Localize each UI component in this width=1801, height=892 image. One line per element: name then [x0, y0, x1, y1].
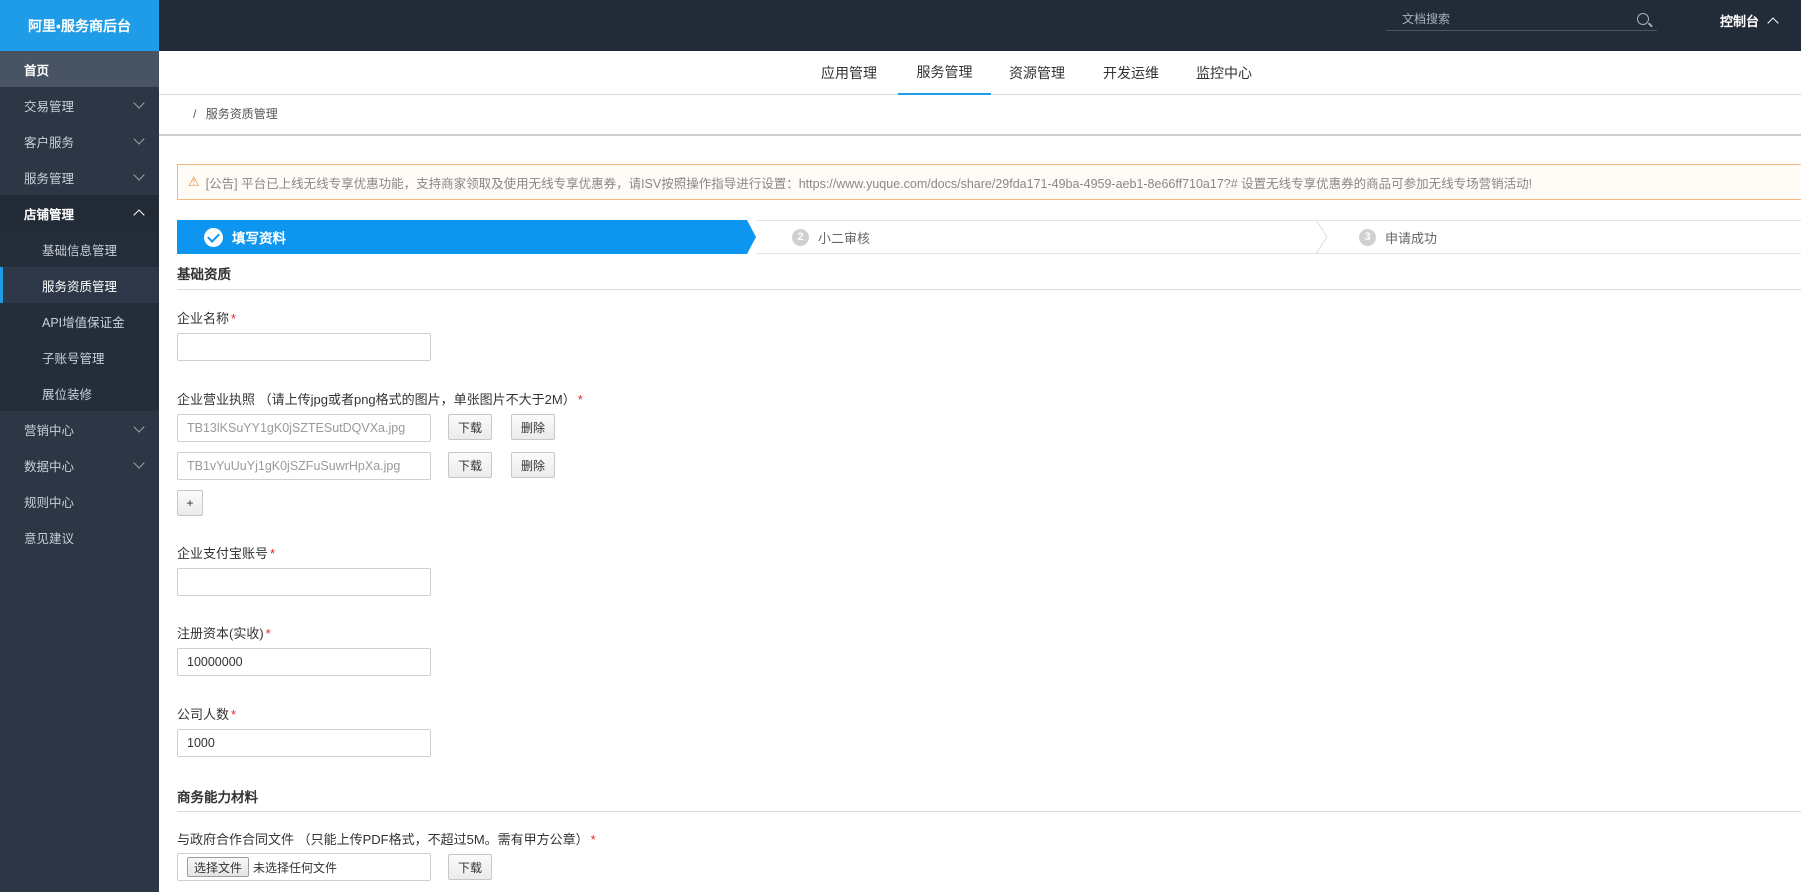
sidebar-item-label: 店铺管理: [24, 207, 75, 222]
delete-button[interactable]: 删除: [511, 414, 555, 440]
sidebar-item-label: 意见建议: [24, 531, 75, 546]
announcement-banner: ⚠ [公告] 平台已上线无线专享优惠功能，支持商家领取及使用无线专享优惠券，请I…: [177, 164, 1801, 200]
sidebar-item-home[interactable]: 首页: [0, 51, 159, 87]
step-label: 填写资料: [232, 231, 286, 246]
chevron-up-icon: [1767, 17, 1779, 29]
brand-logo: 阿里•服务商后台: [0, 0, 159, 51]
sidebar-subitem-api-deposit[interactable]: API增值保证金: [0, 303, 159, 339]
tab-app-management[interactable]: 应用管理: [809, 51, 889, 95]
step-label: 申请成功: [1385, 230, 1438, 246]
download-button[interactable]: 下载: [448, 854, 492, 880]
breadcrumb-current: 服务资质管理: [205, 107, 278, 121]
sidebar-item-label: 基础信息管理: [42, 243, 118, 258]
sidebar-item-marketing[interactable]: 营销中心: [0, 411, 159, 447]
sidebar-item-label: 展位装修: [42, 387, 93, 402]
step-number: 2: [792, 228, 809, 246]
chevron-down-icon: [133, 169, 145, 181]
registered-capital-label: 注册资本(实收) *: [177, 626, 271, 641]
divider: [159, 134, 1801, 136]
gov-contract-label: 与政府合作合同文件 （只能上传PDF格式，不超过5M。需有甲方公章） *: [177, 832, 596, 847]
chevron-down-icon: [133, 133, 145, 145]
sidebar-subitem-sub-accounts[interactable]: 子账号管理: [0, 339, 159, 375]
sidebar-subitem-basic-info[interactable]: 基础信息管理: [0, 231, 159, 267]
sidebar-item-data-center[interactable]: 数据中心: [0, 447, 159, 483]
chevron-down-icon: [133, 97, 145, 109]
sidebar-item-label: 数据中心: [24, 459, 75, 474]
sidebar-subitem-booth-decoration[interactable]: 展位装修: [0, 375, 159, 411]
tab-resource-management[interactable]: 资源管理: [997, 51, 1077, 95]
step-divider: [1315, 220, 1328, 254]
step-arrow: [747, 220, 756, 254]
step-label: 小二审核: [818, 230, 871, 246]
company-name-label: 企业名称 *: [177, 311, 237, 326]
sidebar-item-label: 子账号管理: [42, 351, 105, 366]
check-circle-icon: [204, 227, 223, 247]
sidebar-item-feedback[interactable]: 意见建议: [0, 519, 159, 555]
sidebar-item-label: 服务资质管理: [42, 279, 118, 294]
section-title-basic: 基础资质: [177, 267, 231, 282]
step-review: 2 小二审核: [792, 220, 870, 254]
section-title-business: 商务能力材料: [177, 790, 258, 805]
step-number: 3: [1359, 228, 1376, 246]
license-file-input[interactable]: [177, 414, 431, 442]
divider: [177, 289, 1801, 290]
sidebar-item-label: 营销中心: [24, 423, 75, 438]
chevron-up-icon: [133, 209, 145, 221]
breadcrumb-separator: /: [193, 107, 197, 121]
add-file-button[interactable]: +: [177, 490, 203, 516]
company-name-input[interactable]: [177, 333, 431, 361]
license-file-input[interactable]: [177, 452, 431, 480]
console-dropdown[interactable]: 控制台: [1720, 0, 1785, 41]
sidebar: 阿里•服务商后台 首页 交易管理 客户服务 服务管理 店铺管理 基础信息管理 服…: [0, 0, 159, 892]
gov-contract-file-picker: 选择文件 未选择任何文件: [177, 853, 431, 881]
sidebar-item-trade[interactable]: 交易管理: [0, 87, 159, 123]
announcement-text: [公告] 平台已上线无线专享优惠功能，支持商家领取及使用无线专享优惠券，请ISV…: [205, 176, 1533, 191]
alipay-account-label: 企业支付宝账号 *: [177, 546, 276, 561]
choose-file-button[interactable]: 选择文件: [187, 857, 250, 877]
progress-steps: 填写资料 2 小二审核 3 申请成功: [177, 220, 1801, 254]
sidebar-item-label: 客户服务: [24, 135, 75, 150]
tab-devops[interactable]: 开发运维: [1091, 51, 1171, 95]
chevron-down-icon: [133, 457, 145, 469]
divider: [177, 811, 1801, 812]
download-button[interactable]: 下载: [448, 414, 492, 440]
sidebar-item-shop-management[interactable]: 店铺管理: [0, 195, 159, 231]
tab-service-management[interactable]: 服务管理: [898, 51, 991, 95]
alipay-account-input[interactable]: [177, 568, 431, 596]
registered-capital-input[interactable]: [177, 648, 431, 676]
sidebar-item-service-management[interactable]: 服务管理: [0, 159, 159, 195]
employee-count-label: 公司人数 *: [177, 707, 237, 722]
search-icon[interactable]: [1637, 12, 1649, 25]
sidebar-item-customer-service[interactable]: 客户服务: [0, 123, 159, 159]
step-track: [756, 220, 1801, 254]
no-file-text: 未选择任何文件: [253, 860, 338, 875]
tab-monitoring[interactable]: 监控中心: [1184, 51, 1264, 95]
sidebar-item-label: 规则中心: [24, 495, 75, 510]
sidebar-subitem-service-qualification[interactable]: 服务资质管理: [0, 267, 159, 303]
top-bar: 控制台: [159, 0, 1801, 51]
doc-search: [1386, 7, 1657, 31]
search-input[interactable]: [1402, 11, 1622, 26]
download-button[interactable]: 下载: [448, 452, 492, 478]
sidebar-item-label: 首页: [24, 63, 50, 78]
sidebar-item-label: 服务管理: [24, 171, 75, 186]
sidebar-item-rules[interactable]: 规则中心: [0, 483, 159, 519]
chevron-down-icon: [133, 421, 145, 433]
warning-icon: ⚠: [188, 174, 200, 189]
step-success: 3 申请成功: [1359, 220, 1437, 254]
console-label: 控制台: [1720, 14, 1760, 29]
main-tabs: 应用管理 服务管理 资源管理 开发运维 监控中心: [159, 51, 1801, 95]
business-license-label: 企业营业执照 （请上传jpg或者png格式的图片，单张图片不大于2M） *: [177, 392, 583, 407]
sidebar-item-label: 交易管理: [24, 99, 75, 114]
step-fill-info: 填写资料: [177, 220, 747, 254]
breadcrumb: / 服务资质管理: [193, 105, 278, 122]
delete-button[interactable]: 删除: [511, 452, 555, 478]
sidebar-item-label: API增值保证金: [42, 315, 125, 330]
employee-count-input[interactable]: [177, 729, 431, 757]
